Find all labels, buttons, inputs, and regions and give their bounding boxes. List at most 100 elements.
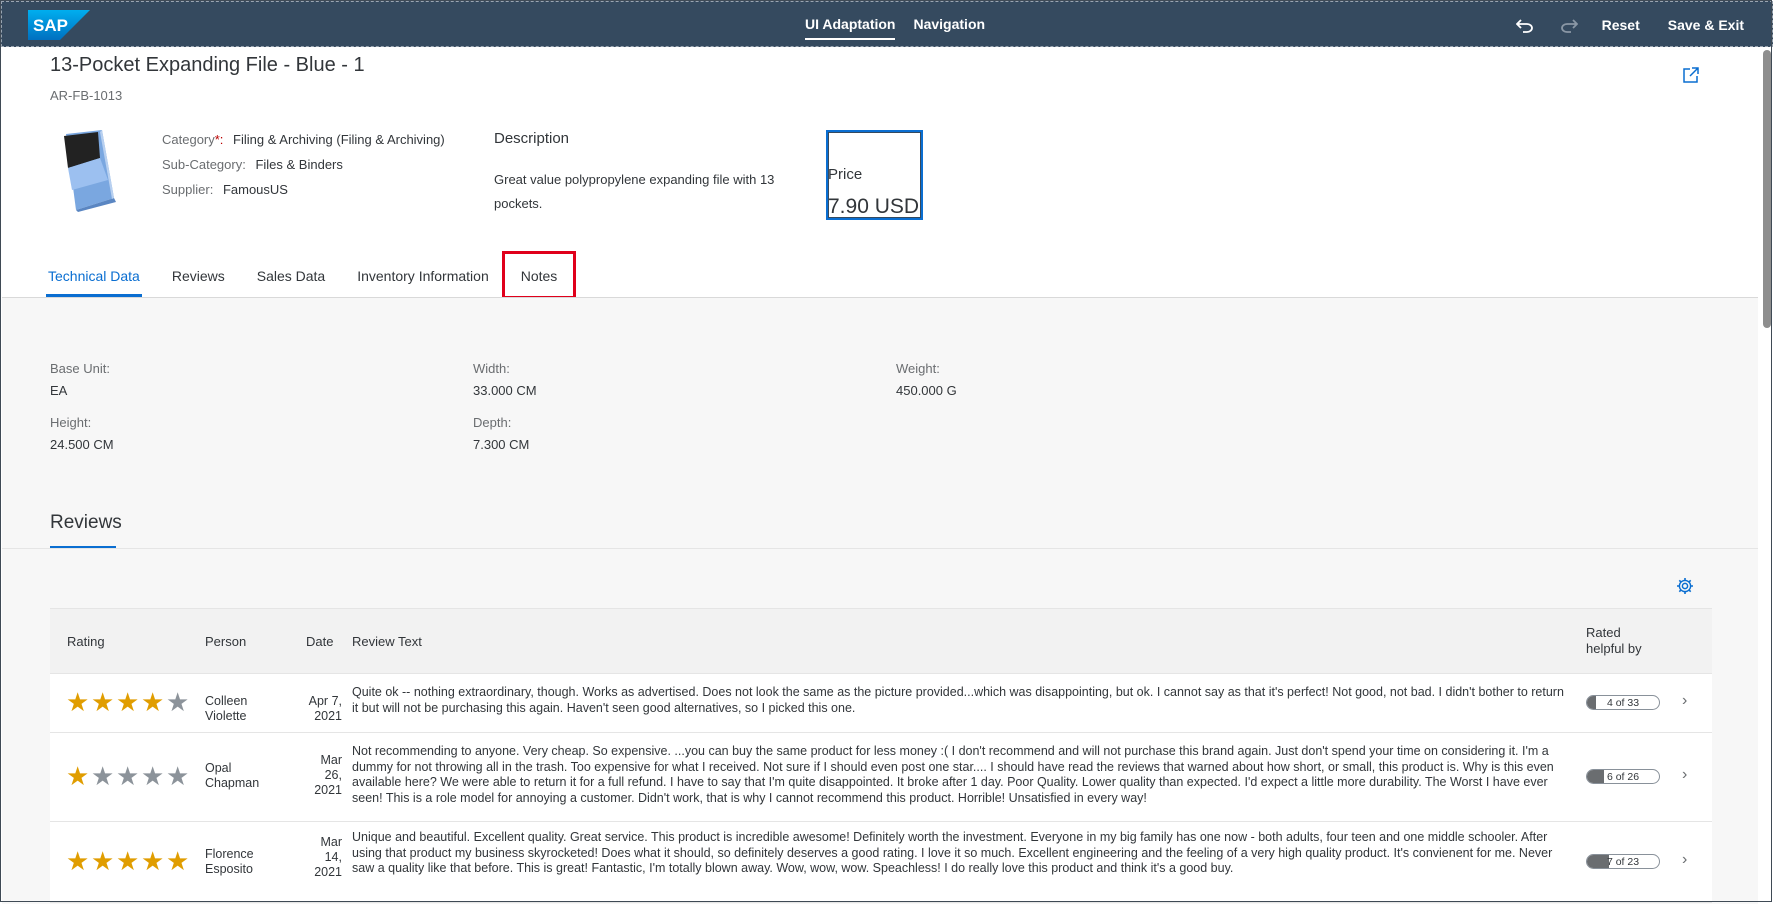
object-page-tabs: Technical Data Reviews Sales Data Invent… <box>46 251 605 299</box>
col-review-text[interactable]: Review Text <box>352 609 422 673</box>
star-icon: ★ <box>91 687 115 717</box>
star-icon: ★ <box>141 687 165 717</box>
shell-tabs: UI Adaptation Navigation <box>805 2 985 48</box>
col-date[interactable]: Date <box>306 609 333 673</box>
rating-stars: ★ ★ ★ ★ ★ <box>66 689 191 715</box>
depth-label: Depth: <box>473 415 512 430</box>
undo-icon[interactable] <box>1514 14 1536 36</box>
save-exit-button[interactable]: Save & Exit <box>1668 17 1744 33</box>
review-text: Not recommending to anyone. Very cheap. … <box>352 744 1554 805</box>
width-label: Width: <box>473 361 510 376</box>
supplier-label: Supplier: <box>162 182 214 197</box>
table-row[interactable]: ★ ★ ★ ★ ★ Florence Esposito Mar 14, 2021 Unique… <box>50 822 1712 903</box>
table-header: Rating Person Date Review Text Rated hel… <box>50 608 1712 674</box>
star-icon: ★ <box>166 687 190 717</box>
supplier-row: Supplier: FamousUS <box>162 182 445 207</box>
depth-value: 7.300 CM <box>473 437 530 452</box>
category-value: Filing & Archiving (Filing & Archiving) <box>233 132 445 147</box>
description-text: Great value polypropylene expanding file… <box>494 172 775 211</box>
review-text: Unique and beautiful. Excellent quality.… <box>352 830 1553 875</box>
helpful-indicator: 4 of 33 <box>1586 695 1660 710</box>
settings-icon[interactable] <box>1676 577 1694 595</box>
product-attributes: Category*: Filing & Archiving (Filing & … <box>162 132 445 207</box>
height-label: Height: <box>50 415 92 430</box>
shell-bar: SAP UI Adaptation Navigation Reset Save … <box>1 1 1773 47</box>
star-icon: ★ <box>141 761 165 791</box>
review-date: Apr 7, 2021 <box>308 694 342 723</box>
table-row[interactable]: ★ ★ ★ ★ ★ Opal Chapman Mar 26, 2021 Not recomme… <box>50 733 1712 822</box>
col-rated-helpful[interactable]: Rated helpful by <box>1586 609 1656 673</box>
price-value: 7.90 USD <box>828 195 920 218</box>
chevron-right-icon[interactable]: › <box>1682 692 1687 710</box>
review-date: Mar 14, 2021 <box>314 835 342 879</box>
description-title: Description <box>494 130 570 147</box>
star-icon: ★ <box>91 846 115 876</box>
helpful-text: 6 of 26 <box>1606 771 1640 783</box>
subcategory-row: Sub-Category: Files & Binders <box>162 157 445 182</box>
table-body: ★ ★ ★ ★ ★ Colleen Violette Apr 7, 2021 Quite ok… <box>50 674 1712 903</box>
redo-icon[interactable] <box>1558 14 1580 36</box>
product-image <box>64 130 116 212</box>
helpful-fill <box>1587 696 1596 709</box>
scrollbar-thumb[interactable] <box>1763 50 1771 328</box>
review-date: Mar 26, 2021 <box>314 753 342 797</box>
star-icon: ★ <box>66 687 90 717</box>
supplier-value: FamousUS <box>222 182 288 197</box>
reviewer-name: Colleen Violette <box>205 694 248 723</box>
helpful-text: 7 of 23 <box>1606 856 1640 868</box>
star-icon: ★ <box>116 687 140 717</box>
star-icon: ★ <box>166 846 190 876</box>
reviews-section-title: Reviews <box>50 512 122 533</box>
tab-sales-data[interactable]: Sales Data <box>257 264 325 296</box>
width-field: Width: 33.000 CM <box>473 361 537 398</box>
base-unit-field: Base Unit: EA <box>50 361 110 398</box>
reviews-table: Rating Person Date Review Text Rated hel… <box>50 608 1712 903</box>
rating-stars: ★ ★ ★ ★ ★ <box>66 848 191 874</box>
weight-value: 450.000 G <box>896 383 957 398</box>
reset-button[interactable]: Reset <box>1602 17 1640 33</box>
base-unit-label: Base Unit: <box>50 361 110 376</box>
depth-field: Depth: 7.300 CM <box>473 415 529 452</box>
table-row[interactable]: ★ ★ ★ ★ ★ Colleen Violette Apr 7, 2021 Quite ok… <box>50 674 1712 733</box>
star-icon: ★ <box>66 761 90 791</box>
sap-logo: SAP <box>28 10 90 40</box>
star-icon: ★ <box>116 761 140 791</box>
star-icon: ★ <box>116 846 140 876</box>
price-label: Price <box>828 166 863 183</box>
section-title-underline <box>50 546 116 548</box>
section-divider <box>2 548 1758 549</box>
col-rating[interactable]: Rating <box>67 609 105 673</box>
star-icon: ★ <box>91 761 115 791</box>
star-icon: ★ <box>66 846 90 876</box>
page-title: 13-Pocket Expanding File - Blue - 1 <box>50 54 365 76</box>
price-block[interactable]: Price 7.90 USD <box>826 130 923 220</box>
product-id: AR-FB-1013 <box>50 88 123 103</box>
category-row: Category*: Filing & Archiving (Filing & … <box>162 132 445 157</box>
category-label: Category <box>162 132 215 147</box>
tab-inventory-information[interactable]: Inventory Information <box>357 264 489 296</box>
chevron-right-icon[interactable]: › <box>1682 851 1687 869</box>
helpful-fill <box>1587 770 1604 783</box>
reviewer-name: Florence Esposito <box>205 847 254 876</box>
height-field: Height: 24.500 CM <box>50 415 114 452</box>
base-unit-value: EA <box>50 383 68 398</box>
helpful-fill <box>1587 855 1609 868</box>
share-icon[interactable] <box>1682 66 1700 84</box>
weight-field: Weight: 450.000 G <box>896 361 957 398</box>
tab-navigation[interactable]: Navigation <box>913 2 985 48</box>
tab-technical-data[interactable]: Technical Data <box>46 264 142 297</box>
tab-reviews[interactable]: Reviews <box>172 264 225 296</box>
star-icon: ★ <box>141 846 165 876</box>
chevron-right-icon[interactable]: › <box>1682 766 1687 784</box>
subcategory-value: Files & Binders <box>255 157 343 172</box>
height-value: 24.500 CM <box>50 437 114 452</box>
helpful-text: 4 of 33 <box>1606 697 1640 709</box>
col-person[interactable]: Person <box>205 609 246 673</box>
tab-notes[interactable]: Notes <box>501 251 577 299</box>
required-marker: *: <box>214 132 224 147</box>
weight-label: Weight: <box>896 361 940 376</box>
tab-ui-adaptation[interactable]: UI Adaptation <box>805 2 896 48</box>
subcategory-label: Sub-Category: <box>162 157 246 172</box>
reviewer-name: Opal Chapman <box>205 761 260 790</box>
review-text: Quite ok -- nothing extraordinary, thoug… <box>352 685 1564 715</box>
